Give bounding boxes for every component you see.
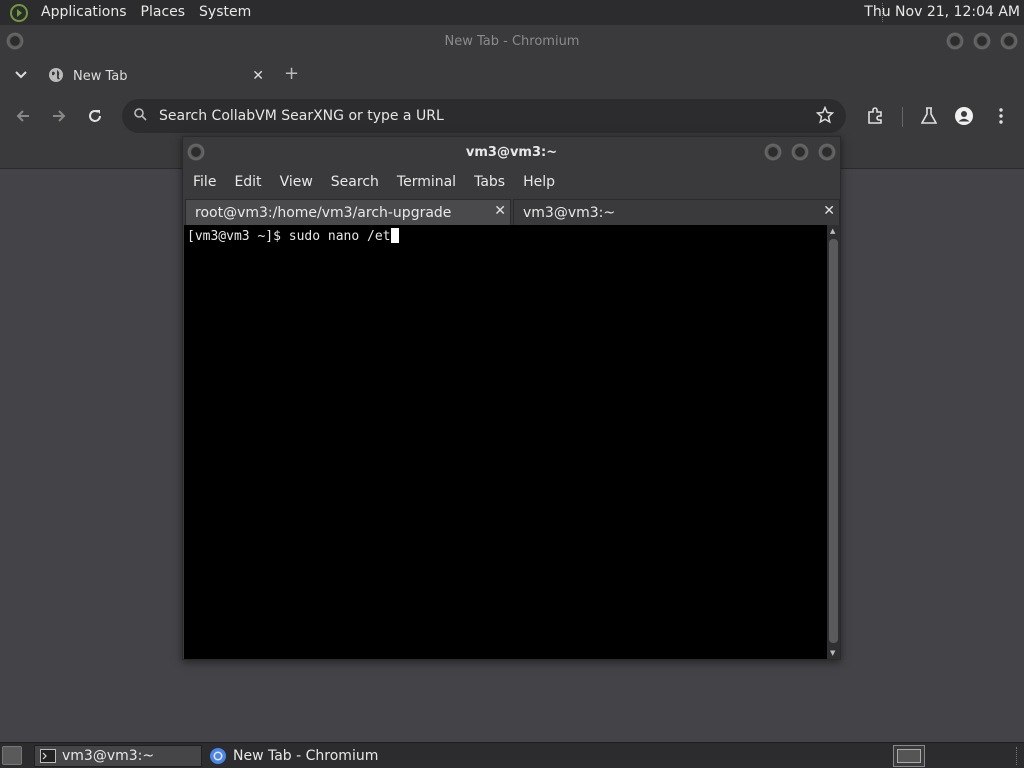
forward-arrow-icon[interactable]	[48, 105, 70, 127]
terminal-scrollbar[interactable]: ▲ ▼	[827, 225, 840, 659]
terminal-tab-root[interactable]: root@vm3:/home/vm3/arch-upgrade ✕	[185, 199, 511, 225]
workspace-1[interactable]	[897, 749, 921, 763]
tab-search-chevron-icon[interactable]	[12, 66, 30, 84]
terminal-minimize-button[interactable]	[764, 143, 782, 161]
chromium-window-title: New Tab - Chromium	[444, 33, 580, 49]
clock[interactable]: Thu Nov 21, 12:04 AM	[864, 0, 1020, 25]
scroll-down-arrow-icon[interactable]: ▼	[830, 649, 835, 657]
menu-help[interactable]: Help	[516, 174, 563, 190]
chromium-titlebar[interactable]: New Tab - Chromium	[0, 25, 1024, 57]
menu-tabs[interactable]: Tabs	[467, 174, 513, 190]
window-menu-button[interactable]	[6, 32, 24, 50]
search-icon	[134, 107, 147, 125]
terminal-titlebar[interactable]: vm3@vm3:~	[183, 137, 840, 167]
toolbar-divider	[902, 107, 903, 127]
top-panel: Applications Places System Thu Nov 21, 1…	[0, 0, 1024, 25]
command-input: sudo nano /et	[288, 229, 391, 244]
chromium-icon	[209, 747, 227, 765]
bookmark-star-icon[interactable]	[815, 105, 835, 128]
distro-logo-icon[interactable]	[8, 3, 30, 23]
taskbar-item-terminal[interactable]: vm3@vm3:~	[34, 745, 202, 767]
tab-new-tab[interactable]: New Tab ✕	[40, 60, 272, 93]
chromium-tabbar: New Tab ✕ +	[0, 57, 1024, 93]
omnibox-placeholder: Search CollabVM SearXNG or type a URL	[159, 108, 444, 124]
taskbar-item-label: vm3@vm3:~	[62, 748, 155, 764]
scrollbar-thumb[interactable]	[829, 239, 838, 643]
terminal-tab-label: root@vm3:/home/vm3/arch-upgrade	[195, 204, 452, 221]
close-tab-icon[interactable]: ✕	[823, 203, 835, 219]
taskbar-item-chromium[interactable]: New Tab - Chromium	[204, 745, 404, 767]
omnibox[interactable]: Search CollabVM SearXNG or type a URL	[122, 99, 846, 133]
terminal-window: vm3@vm3:~ File Edit View Search Terminal…	[182, 136, 841, 660]
terminal-menubar: File Edit View Search Terminal Tabs Help	[183, 167, 840, 197]
extensions-puzzle-icon[interactable]	[864, 105, 886, 127]
close-tab-icon[interactable]: ✕	[494, 203, 506, 219]
terminal-output[interactable]: [vm3@vm3 ~]$ sudo nano /et	[184, 225, 827, 659]
close-button[interactable]	[1000, 32, 1018, 50]
maximize-button[interactable]	[973, 32, 991, 50]
scroll-up-arrow-icon[interactable]: ▲	[830, 227, 835, 235]
terminal-close-button[interactable]	[818, 143, 836, 161]
places-menu[interactable]: Places	[134, 0, 193, 25]
profile-avatar-icon[interactable]	[953, 105, 975, 127]
workspace-switcher[interactable]	[893, 745, 925, 767]
menu-edit[interactable]: Edit	[227, 174, 269, 190]
labs-flask-icon[interactable]	[918, 105, 940, 127]
chromium-toolbar: Search CollabVM SearXNG or type a URL	[0, 93, 1024, 139]
reload-icon[interactable]	[84, 105, 106, 127]
show-desktop-icon[interactable]	[2, 746, 22, 765]
taskbar-item-label: New Tab - Chromium	[233, 748, 379, 764]
tab-close-icon[interactable]: ✕	[252, 68, 264, 84]
menu-terminal[interactable]: Terminal	[390, 174, 464, 190]
globe-icon	[48, 67, 64, 87]
taskbar-separator	[1016, 747, 1018, 765]
menu-search[interactable]: Search	[324, 174, 387, 190]
menu-file[interactable]: File	[186, 174, 224, 190]
menu-view[interactable]: View	[273, 174, 321, 190]
terminal-tab-vm3[interactable]: vm3@vm3:~ ✕	[513, 199, 840, 225]
minimize-button[interactable]	[946, 32, 964, 50]
terminal-tabbar: root@vm3:/home/vm3/arch-upgrade ✕ vm3@vm…	[183, 197, 840, 225]
applications-menu[interactable]: Applications	[34, 0, 134, 25]
terminal-tab-label: vm3@vm3:~	[523, 204, 616, 221]
back-arrow-icon[interactable]	[12, 105, 34, 127]
system-menu[interactable]: System	[192, 0, 258, 25]
shell-prompt: [vm3@vm3 ~]$	[187, 229, 289, 244]
kebab-menu-icon[interactable]	[990, 105, 1012, 127]
bottom-taskbar: vm3@vm3:~ New Tab - Chromium	[0, 742, 1024, 768]
terminal-window-title: vm3@vm3:~	[465, 144, 558, 160]
new-tab-plus-icon[interactable]: +	[284, 63, 299, 84]
text-cursor	[390, 228, 399, 243]
terminal-icon	[40, 749, 56, 763]
tab-label: New Tab	[73, 69, 128, 84]
terminal-maximize-button[interactable]	[791, 143, 809, 161]
terminal-window-menu-button[interactable]	[187, 143, 205, 161]
